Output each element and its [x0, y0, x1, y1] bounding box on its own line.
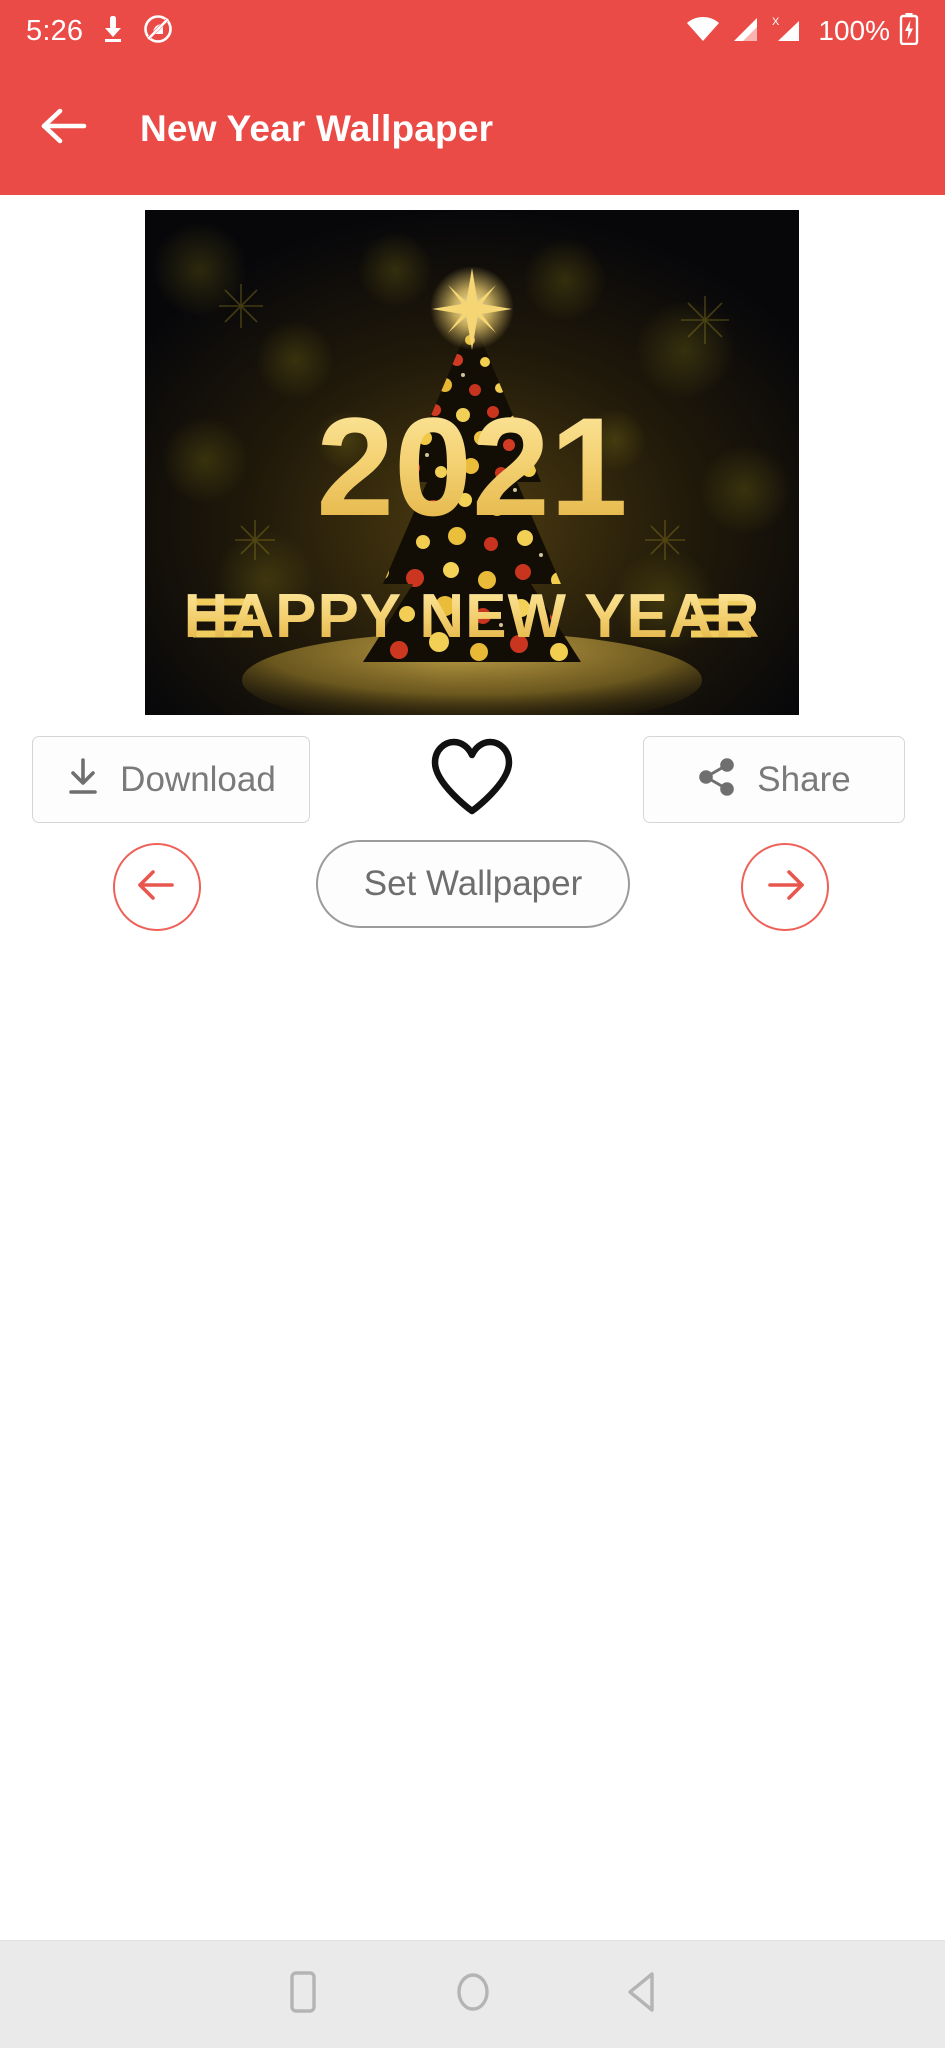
app-bar: New Year Wallpaper	[0, 62, 945, 195]
heart-outline-icon	[428, 737, 516, 824]
arrow-left-circle-icon	[134, 865, 180, 910]
wifi-icon	[685, 14, 721, 49]
status-bar: 5:26 X 100%	[0, 0, 945, 62]
recents-button[interactable]	[218, 1941, 388, 2049]
preview-greeting-text: HAPPY NEW YEAR	[184, 582, 761, 651]
download-icon	[66, 758, 100, 801]
favorite-button[interactable]	[412, 734, 532, 826]
main-content: 2021 HAPPY NEW YEAR Download Share Set W…	[0, 195, 945, 1940]
back-nav-button[interactable]	[558, 1941, 728, 2049]
preview-year-text: 2021	[316, 388, 627, 545]
triangle-back-icon	[621, 1968, 665, 2021]
cellular-signal-no-sim-icon: X	[769, 14, 803, 49]
download-button[interactable]: Download	[32, 736, 310, 823]
status-clock: 5:26	[26, 14, 84, 47]
svg-text:X: X	[772, 16, 780, 28]
download-indicator-icon	[101, 15, 125, 48]
action-button-row: Download Share	[0, 736, 945, 826]
system-navigation-bar	[0, 1940, 945, 2048]
do-not-disturb-icon	[143, 14, 173, 49]
share-icon	[697, 757, 737, 802]
home-button[interactable]	[388, 1941, 558, 2049]
set-wallpaper-button-label: Set Wallpaper	[363, 864, 583, 903]
wallpaper-preview-graphic: 2021 HAPPY NEW YEAR	[145, 210, 799, 715]
circle-home-icon	[451, 1968, 495, 2021]
previous-wallpaper-button[interactable]	[113, 843, 201, 931]
status-bar-right-group: X 100%	[685, 12, 919, 50]
back-button[interactable]	[32, 97, 96, 161]
square-recents-icon	[283, 1968, 323, 2021]
wallpaper-navigation-row: Set Wallpaper	[0, 840, 945, 935]
wallpaper-preview[interactable]: 2021 HAPPY NEW YEAR	[145, 210, 799, 715]
download-button-label: Download	[120, 759, 276, 799]
cellular-signal-icon	[730, 14, 760, 49]
set-wallpaper-button[interactable]: Set Wallpaper	[316, 840, 630, 928]
arrow-left-icon	[40, 106, 88, 151]
next-wallpaper-button[interactable]	[741, 843, 829, 931]
share-button[interactable]: Share	[643, 736, 905, 823]
status-bar-left-group: 5:26	[26, 14, 173, 49]
share-button-label: Share	[757, 759, 851, 799]
battery-charging-icon	[899, 12, 919, 50]
battery-percent-label: 100%	[818, 15, 890, 46]
arrow-right-circle-icon	[762, 865, 808, 910]
page-title: New Year Wallpaper	[140, 107, 494, 149]
